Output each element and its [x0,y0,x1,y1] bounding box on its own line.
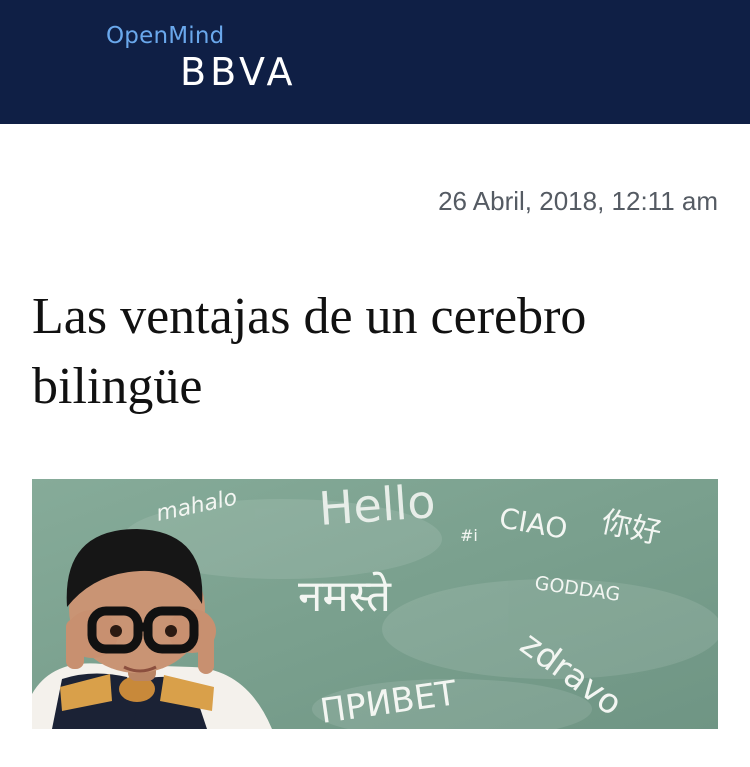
hero-illustration: mahalo Hello CIAO 你好 #i नमस्ते GODDAG zd… [32,479,718,729]
chalk-word-hello: Hello [317,479,437,536]
article-title: Las ventajas de un cerebro bilingüe [32,288,587,415]
article-date: 26 Abril, 2018, 12:11 am [438,186,718,216]
openmind-bbva-logo[interactable]: OpenMind BBVA [106,22,297,94]
chalk-word-hi: #i [460,526,478,545]
chalk-word-namaste: नमस्ते [298,571,392,622]
brand-bbva-label: BBVA [180,50,297,94]
hero-image: mahalo Hello CIAO 你好 #i नमस्ते GODDAG zd… [32,479,718,729]
brand-openmind-label: OpenMind [106,23,225,49]
site-header: OpenMind BBVA [0,0,750,124]
